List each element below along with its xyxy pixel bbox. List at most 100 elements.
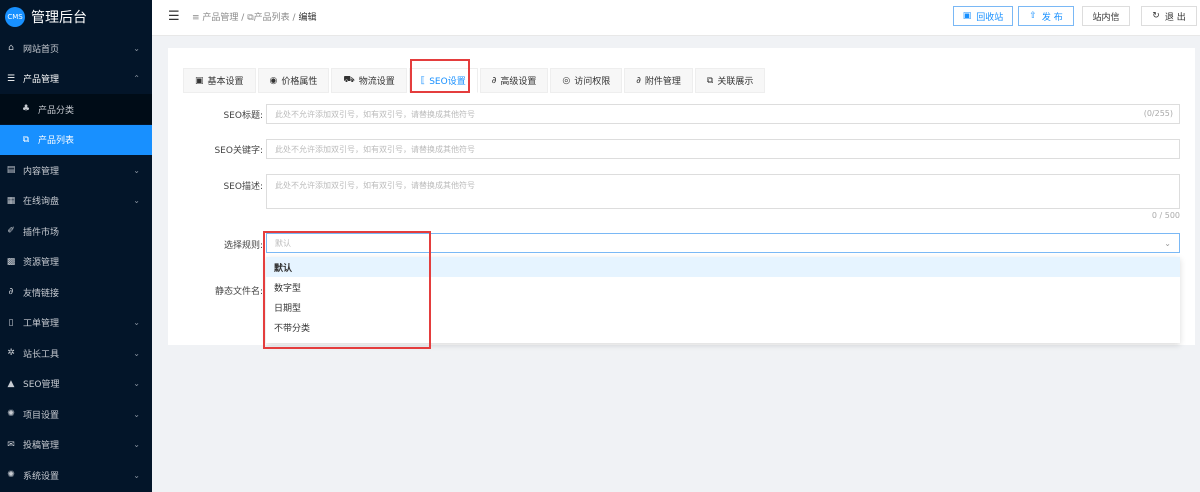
money-icon: ◉ (269, 75, 278, 86)
sidebar-item-label: 插件市场 (23, 227, 60, 238)
messages-button[interactable]: 站内信 (1082, 6, 1130, 26)
sidebar-item-tickets[interactable]: ▯ 工单管理 ⌄ (0, 308, 152, 338)
list-icon: ☰ (6, 73, 16, 84)
chevron-icon: ⌄ (133, 318, 140, 327)
menu-fold-icon[interactable]: ☰ (168, 9, 180, 24)
copy-icon: ⧉ (22, 134, 30, 145)
sidebar-item-product-list[interactable]: ⧉ 产品列表 (0, 124, 152, 155)
warning-icon: ▲ (7, 378, 15, 389)
table-icon: ▦ (6, 195, 16, 206)
tab-5[interactable]: ◎ 访问权限 (550, 68, 623, 93)
sidebar-item-label: 工单管理 (23, 319, 60, 329)
seo-desc-label: SEO描述: (223, 182, 263, 192)
static-filename-label: 静态文件名: (214, 287, 263, 297)
sidebar-item-seo[interactable]: ▲ SEO管理 ⌄ (0, 369, 152, 399)
tab-6[interactable]: ∂ 附件管理 (624, 68, 693, 93)
sidebar-item-webmaster-tools[interactable]: ✲ 站长工具 ⌄ (0, 338, 152, 368)
messages-label: 站内信 (1092, 12, 1120, 23)
sidebar-item-label: 产品分类 (38, 105, 75, 116)
chevron-icon: ⌄ (133, 409, 140, 419)
rule-option[interactable]: 数字型 (266, 277, 1180, 297)
logout-label: 退 出 (1164, 12, 1186, 23)
sidebar-item-label: 系统设置 (23, 471, 60, 482)
sidebar-item-product-category[interactable]: ♣ 产品分类 (0, 94, 152, 124)
app-title: 管理后台 (31, 10, 87, 26)
tab-2[interactable]: ⛟ 物流设置 (331, 68, 407, 93)
seo-desc-textarea[interactable]: 此处不允许添加双引号，如有双引号，请替换成其他符号 (266, 174, 1180, 209)
rule-option[interactable]: 日期型 (266, 297, 1180, 317)
tab-1[interactable]: ◉ 价格属性 (257, 68, 330, 93)
newspaper-icon: ▤ (6, 165, 16, 175)
header: ☰ ≡ 产品管理 / ⧉产品列表 / 编辑 ▣ 回收站 ⇧ 发 布 站内信 ↻ 退 出 (152, 0, 1200, 36)
rule-select[interactable]: 默认 ⌄ (266, 233, 1180, 253)
rule-option[interactable]: 不带分类 (266, 317, 1180, 337)
sidebar: CMS 管理后台 ⌂ 网站首页 ⌄ ☰ 产品管理 ⌃ ♣ 产品分类 ⧉ 产品列表 ▤ 内容管理 ⌄ ▦ 在线询… (0, 0, 152, 492)
grid-icon: ▩ (6, 256, 16, 267)
link-icon: ∂ (8, 287, 14, 297)
eye-icon: ◎ (562, 75, 571, 86)
logo-badge: CMS (5, 7, 25, 27)
breadcrumb-item[interactable]: 产品管理 (202, 13, 238, 23)
breadcrumb: ≡ 产品管理 / ⧉产品列表 / 编辑 (192, 10, 316, 23)
link-icon: ∂ (636, 75, 641, 86)
sidebar-item-label: SEO管理 (23, 380, 60, 390)
sidebar-item-plugins[interactable]: ✐ 插件市场 (0, 216, 152, 246)
sidebar-item-inquiry[interactable]: ▦ 在线询盘 ⌄ (0, 186, 152, 216)
sidebar-item-resources[interactable]: ▩ 资源管理 (0, 247, 152, 277)
sidebar-item-label: 投稿管理 (23, 441, 60, 451)
tab-0[interactable]: ▣ 基本设置 (183, 68, 256, 93)
rule-option[interactable]: 默认 (266, 257, 1180, 277)
document-icon: ▯ (8, 317, 14, 328)
breadcrumb-item[interactable]: 产品列表 (254, 13, 290, 23)
chevron-icon: ⌄ (133, 379, 140, 388)
sidebar-item-label: 站长工具 (23, 349, 60, 360)
seo-title-input[interactable]: 此处不允许添加双引号，如有双引号，请替换成其他符号 (266, 104, 1180, 124)
breadcrumb-list-icon: ≡ (192, 13, 203, 23)
truck-icon: ⛟ (343, 75, 355, 85)
chevron-down-icon: ⌄ (1164, 238, 1171, 248)
breadcrumb-current: 编辑 (298, 13, 317, 23)
tab-label: SEO设置 (429, 77, 466, 87)
sidebar-item-products[interactable]: ☰ 产品管理 ⌃ (0, 64, 152, 94)
seo-icon: ⟦ (420, 75, 426, 86)
sidebar-item-content[interactable]: ▤ 内容管理 ⌄ (0, 155, 152, 185)
logout-icon: ↻ (1152, 11, 1160, 21)
gears-icon: ✲ (7, 348, 15, 358)
tab-label: 物流设置 (358, 77, 395, 87)
gear-icon: ✺ (7, 409, 15, 419)
tab-label: 高级设置 (500, 77, 537, 87)
seo-keywords-placeholder: 此处不允许添加双引号，如有双引号，请替换成其他符号 (275, 144, 475, 154)
sidebar-item-home[interactable]: ⌂ 网站首页 ⌄ (0, 33, 152, 63)
tab-4[interactable]: ∂ 高级设置 (479, 68, 549, 93)
sidebar-item-label: 内容管理 (23, 166, 60, 177)
rule-label: 选择规则: (223, 241, 263, 251)
tab-bar: ▣ 基本设置 ◉ 价格属性 ⛟ 物流设置 ⟦ SEO设置 ∂ 高级设置 ◎ 访问权限 ∂ 附件管理 ⧉ 关联展… (183, 68, 767, 93)
rule-dropdown: 默认 数字型 日期型 不带分类 (266, 257, 1180, 343)
file-icon: ▣ (195, 75, 204, 86)
sidebar-item-label: 网站首页 (23, 44, 60, 55)
publish-label: 发 布 (1041, 12, 1063, 23)
seo-title-count: (0/255) (1143, 109, 1173, 118)
tab-3[interactable]: ⟦ SEO设置 (408, 68, 478, 93)
sidebar-item-submissions[interactable]: ✉ 投稿管理 ⌄ (0, 430, 152, 460)
pin-icon: ✐ (7, 226, 15, 236)
sidebar-item-links[interactable]: ∂ 友情链接 (0, 277, 152, 307)
sidebar-item-system-settings[interactable]: ✺ 系统设置 ⌄ (0, 460, 152, 490)
recycle-label: 回收站 (976, 12, 1004, 23)
rocket-icon: ∂ (491, 75, 497, 86)
seo-title-placeholder: 此处不允许添加双引号，如有双引号，请替换成其他符号 (275, 109, 475, 119)
sidebar-item-label: 资源管理 (23, 258, 60, 268)
seo-keywords-input[interactable]: 此处不允许添加双引号，如有双引号，请替换成其他符号 (266, 139, 1180, 159)
chevron-icon: ⌄ (133, 43, 140, 53)
publish-button[interactable]: ⇧ 发 布 (1018, 6, 1074, 26)
tab-7[interactable]: ⧉ 关联展示 (694, 68, 766, 93)
edit-card: ▣ 基本设置 ◉ 价格属性 ⛟ 物流设置 ⟦ SEO设置 ∂ 高级设置 ◎ 访问权限 ∂ 附件管理 ⧉ 关联展… (168, 48, 1195, 345)
logo[interactable]: CMS 管理后台 (0, 0, 152, 34)
recycle-bin-button[interactable]: ▣ 回收站 (953, 6, 1013, 26)
breadcrumb-separator: / (292, 13, 296, 23)
rocket-icon: ⇧ (1029, 11, 1037, 21)
chevron-icon: ⌄ (133, 470, 140, 480)
sidebar-item-project-settings[interactable]: ✺ 项目设置 ⌄ (0, 399, 152, 429)
logout-button[interactable]: ↻ 退 出 (1141, 6, 1197, 26)
cubes-icon: ♣ (21, 104, 31, 114)
